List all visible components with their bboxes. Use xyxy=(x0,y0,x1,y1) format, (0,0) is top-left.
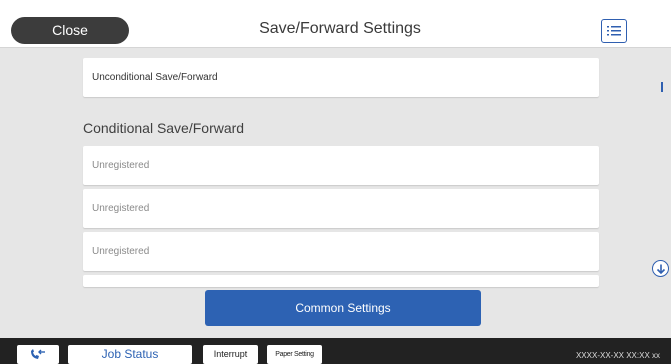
conditional-item-2[interactable]: Unregistered xyxy=(83,189,599,228)
fax-phone-icon xyxy=(31,349,45,359)
arrow-down-icon xyxy=(656,264,666,275)
datetime-display: XXXX-XX-XX XX:XX xx xyxy=(575,351,660,360)
conditional-item-4-partial[interactable] xyxy=(83,275,599,287)
list-icon xyxy=(607,26,621,36)
paper-setting-button[interactable]: Paper Setting xyxy=(267,345,322,364)
footer-bar: Job Status Interrupt Paper Setting XXXX-… xyxy=(0,338,671,364)
job-status-button[interactable]: Job Status xyxy=(68,345,192,364)
conditional-item-1[interactable]: Unregistered xyxy=(83,146,599,185)
menu-button[interactable] xyxy=(601,19,627,43)
settings-list: Unconditional Save/Forward Conditional S… xyxy=(0,48,671,338)
scroll-down-button[interactable] xyxy=(652,260,669,277)
close-button[interactable]: Close xyxy=(11,17,129,44)
scrollbar-thumb[interactable] xyxy=(661,82,663,92)
fax-button[interactable] xyxy=(17,345,59,364)
interrupt-button[interactable]: Interrupt xyxy=(203,345,258,364)
conditional-section-title: Conditional Save/Forward xyxy=(83,120,245,136)
conditional-item-3[interactable]: Unregistered xyxy=(83,232,599,271)
unconditional-save-forward-item[interactable]: Unconditional Save/Forward xyxy=(83,58,599,97)
page-title: Save/Forward Settings xyxy=(259,20,421,37)
header-bar: Close Save/Forward Settings xyxy=(0,0,671,48)
common-settings-button[interactable]: Common Settings xyxy=(205,290,481,326)
